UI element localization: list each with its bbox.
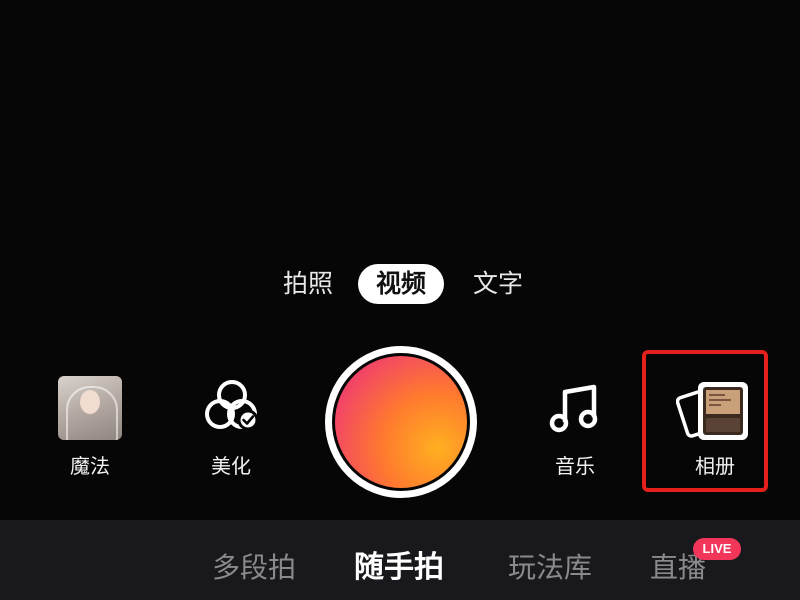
music-note-icon (549, 384, 598, 433)
record-button[interactable] (325, 346, 477, 498)
thumbnail-face (80, 390, 100, 414)
tab-multi-segment[interactable]: 多段拍 (212, 548, 296, 588)
tab-video[interactable]: 视频 (358, 264, 444, 304)
magic-button[interactable]: 魔法 (52, 376, 128, 481)
album-highlight-box (642, 350, 768, 492)
beauty-button[interactable]: 美化 (196, 378, 266, 482)
magic-label: 魔法 (70, 454, 110, 478)
mode-tabs: 拍照 视频 文字 (0, 262, 800, 306)
tab-photo[interactable]: 拍照 (276, 262, 340, 306)
tab-gameplay-library[interactable]: 玩法库 (508, 548, 592, 588)
tab-text[interactable]: 文字 (466, 262, 530, 306)
beauty-label: 美化 (211, 454, 251, 478)
live-badge: LIVE (693, 538, 741, 560)
tab-casual-shoot[interactable]: 随手拍 (354, 548, 444, 588)
record-button-core (335, 356, 467, 488)
music-button[interactable]: 音乐 (540, 384, 610, 482)
bottom-nav-bar: 多段拍 随手拍 玩法库 直播 (0, 520, 800, 600)
music-label: 音乐 (555, 454, 595, 478)
magic-thumbnail (58, 376, 122, 440)
beauty-icon (205, 380, 259, 431)
